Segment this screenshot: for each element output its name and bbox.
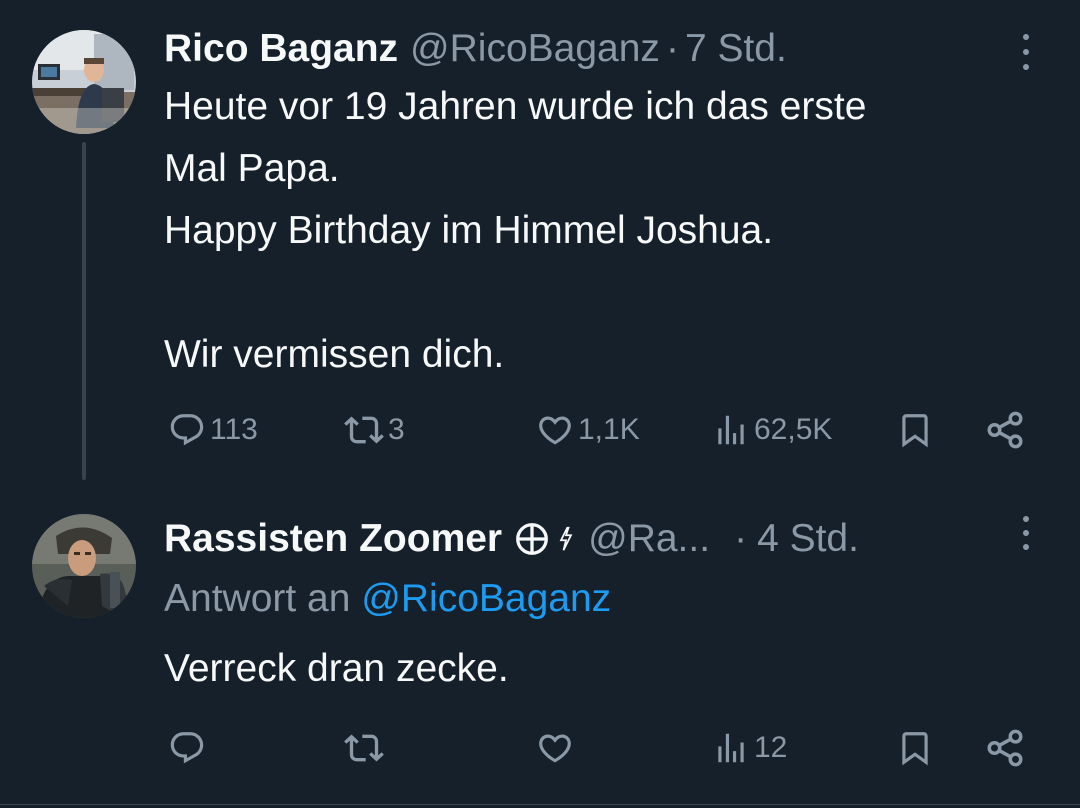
action-bar: 12 <box>164 720 1044 776</box>
avatar[interactable] <box>32 30 136 134</box>
reply-to-line: Antwort an @RicoBaganz <box>164 572 611 626</box>
author-display-name[interactable]: Rassisten Zoomer <box>164 512 502 566</box>
author-handle[interactable]: @RicoBaganz <box>410 22 660 76</box>
avatar[interactable] <box>32 514 136 618</box>
profile-photo-man-at-desk <box>32 30 136 134</box>
share-button[interactable] <box>984 720 1026 776</box>
tweet-text-line: Verreck dran zecke. <box>164 647 509 690</box>
tweet-text: Heute vor 19 Jahren wurde ich das erste … <box>164 76 1044 386</box>
tweet-rassisten-zoomer[interactable]: Rassisten Zoomer @Ra... · 4 Std. Antwort… <box>0 486 1080 806</box>
reply-to-mention-link[interactable]: @RicoBaganz <box>361 577 611 620</box>
share-button[interactable] <box>984 402 1026 458</box>
repost-button[interactable] <box>344 720 388 776</box>
tweet-rico-baganz[interactable]: Rico Baganz @RicoBaganz · 7 Std. Heute v… <box>0 0 1080 486</box>
separator-dot: · <box>734 517 748 560</box>
bookmark-button[interactable] <box>896 720 934 776</box>
author-handle[interactable]: @Ra... <box>588 512 710 566</box>
more-options-icon[interactable] <box>1014 516 1038 550</box>
separator-dot: · <box>665 27 679 70</box>
views-chart-icon <box>718 733 744 763</box>
profile-photo-armored-man <box>32 514 136 618</box>
views-chart-icon <box>718 415 744 445</box>
lightning-icon <box>556 524 576 554</box>
reply-button[interactable]: 113 <box>168 402 258 458</box>
tweet-text-line: Heute vor 19 Jahren wurde ich das erste <box>164 85 867 128</box>
circled-cross-icon <box>514 521 550 557</box>
timestamp[interactable]: 7 Std. <box>685 22 787 76</box>
share-icon <box>987 411 1023 449</box>
views-button[interactable]: 12 <box>712 720 787 776</box>
tweet-header: Rico Baganz @RicoBaganz · 7 Std. <box>164 22 787 76</box>
heart-icon <box>539 734 571 763</box>
divider <box>0 804 1080 805</box>
reply-icon <box>170 732 204 764</box>
bookmark-button[interactable] <box>896 402 934 458</box>
views-count: 12 <box>754 731 788 764</box>
repost-count: 3 <box>388 413 405 446</box>
reply-button[interactable] <box>168 720 210 776</box>
tweet-text-line: Wir vermissen dich. <box>164 333 505 376</box>
like-button[interactable] <box>536 720 578 776</box>
heart-icon <box>539 416 571 445</box>
author-display-name[interactable]: Rico Baganz <box>164 22 398 76</box>
repost-icon <box>344 416 384 444</box>
reply-icon <box>170 414 204 446</box>
like-button[interactable]: 1,1K <box>536 402 640 458</box>
tweet-text: Verreck dran zecke. <box>164 638 1044 700</box>
tweet-text-line: Happy Birthday im Himmel Joshua. <box>164 209 774 252</box>
repost-button[interactable]: 3 <box>344 402 405 458</box>
bookmark-icon <box>902 732 928 766</box>
tweet-text-line: Mal Papa. <box>164 147 340 190</box>
bookmark-icon <box>902 414 928 448</box>
timestamp[interactable]: 4 Std. <box>757 512 859 566</box>
reply-to-label: Antwort an <box>164 577 351 620</box>
reply-count: 113 <box>210 413 258 446</box>
more-options-icon[interactable] <box>1014 34 1038 70</box>
share-icon <box>987 729 1023 767</box>
like-count: 1,1K <box>578 413 640 446</box>
views-count: 62,5K <box>754 413 833 446</box>
action-bar: 113 3 1,1K 62,5K <box>164 402 1044 458</box>
thread-connector-line <box>82 142 86 480</box>
views-button[interactable]: 62,5K <box>712 402 832 458</box>
repost-icon <box>344 734 384 762</box>
tweet-header: Rassisten Zoomer @Ra... · 4 Std. <box>164 512 859 566</box>
